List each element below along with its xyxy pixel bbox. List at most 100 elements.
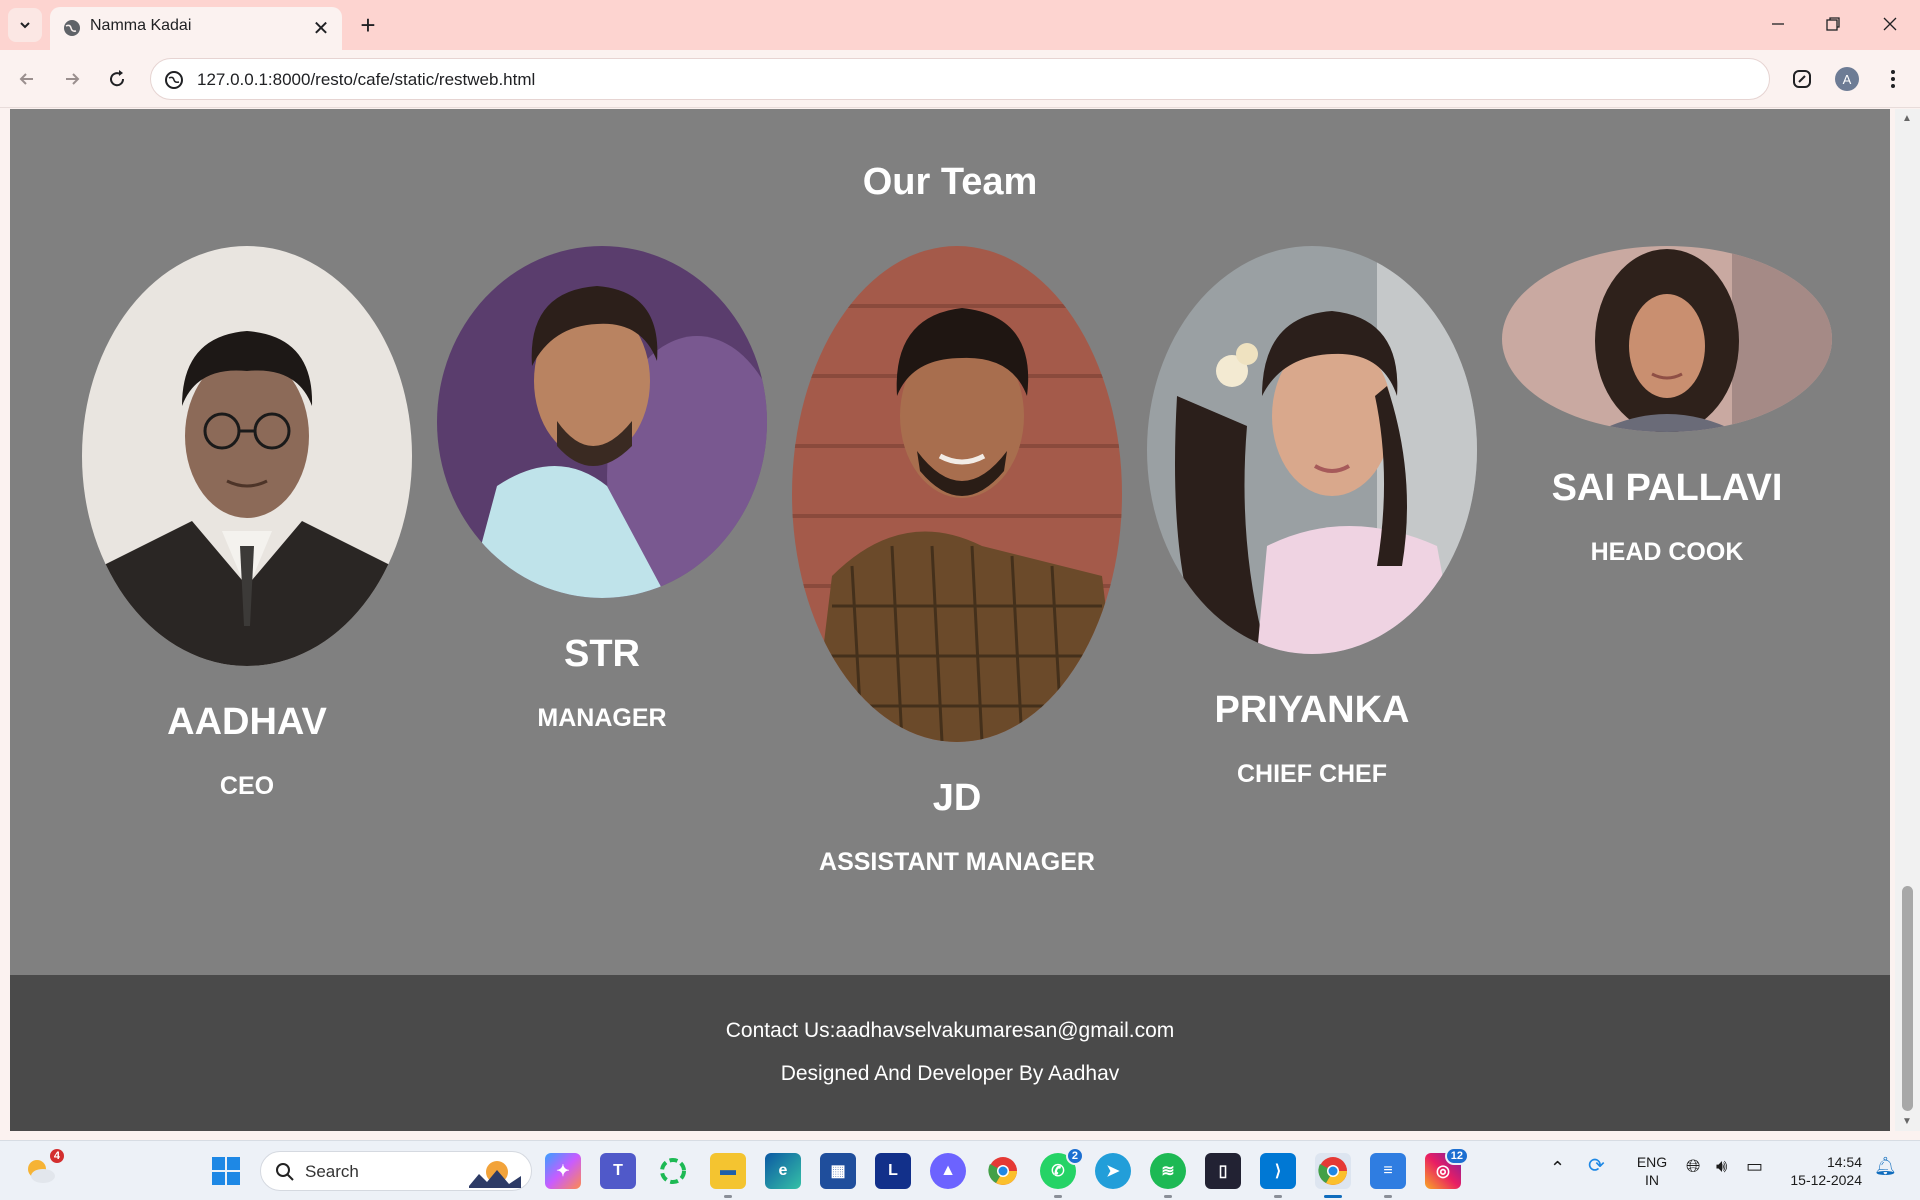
page-footer: Contact Us:aadhavselvakumaresan@gmail.co… xyxy=(10,975,1890,1131)
taskbar-chrome-2[interactable] xyxy=(1315,1153,1351,1198)
store-icon: ▦ xyxy=(830,1163,846,1180)
taskbar-chrome-1[interactable] xyxy=(985,1153,1021,1189)
avatar: A xyxy=(1835,67,1859,91)
scrollbar-thumb[interactable] xyxy=(1902,886,1913,1111)
triangle-app-icon: ▲ xyxy=(940,1162,956,1179)
footer-contact: Contact Us:aadhavselvakumaresan@gmail.co… xyxy=(725,1019,1175,1042)
instagram-icon: ◎ xyxy=(1436,1163,1450,1180)
scroll-up-icon[interactable]: ▲ xyxy=(1902,113,1912,124)
notepad-icon: ≡ xyxy=(1383,1162,1393,1179)
member-name: PRIYANKA xyxy=(1214,689,1410,731)
minimize-button[interactable] xyxy=(1758,6,1798,42)
refresh-circle-icon xyxy=(660,1158,686,1184)
menu-button[interactable] xyxy=(1877,63,1909,95)
search-icon xyxy=(276,1163,294,1181)
phone-icon: ▯ xyxy=(1218,1163,1228,1180)
team-member-card: SAI PALLAVI HEAD COOK xyxy=(1502,246,1832,567)
extension-icon xyxy=(1793,70,1811,88)
reload-button[interactable] xyxy=(101,63,133,95)
browser-toolbar: 127.0.0.1:8000/resto/cafe/static/restweb… xyxy=(0,50,1920,108)
browser-tab[interactable]: Namma Kadai ✕ xyxy=(50,7,342,50)
instagram-badge: 12 xyxy=(1444,1147,1469,1165)
search-highlight-icon xyxy=(469,1161,521,1188)
profile-button[interactable]: A xyxy=(1831,63,1863,95)
taskbar-store[interactable]: ▦ xyxy=(820,1153,856,1189)
taskbar-edge[interactable]: e xyxy=(765,1153,801,1189)
minimize-icon xyxy=(1772,23,1784,25)
member-role: CEO xyxy=(219,772,275,800)
team-member-card: PRIYANKA CHIEF CHEF xyxy=(1147,246,1477,789)
restore-icon xyxy=(1826,17,1840,31)
member-name: AADHAV xyxy=(167,701,327,743)
volume-icon[interactable]: 🔊︎ xyxy=(1716,1157,1727,1175)
tab-close-icon[interactable]: ✕ xyxy=(308,15,334,41)
taskbar-file-explorer[interactable]: ▬ xyxy=(710,1153,746,1198)
chrome-profile-icon xyxy=(1318,1157,1347,1185)
taskbar-copilot[interactable]: ✦ xyxy=(545,1153,581,1189)
letter-l-icon: L xyxy=(888,1162,898,1179)
restore-button[interactable] xyxy=(1813,6,1853,42)
spotify-icon: ≋ xyxy=(1161,1163,1175,1180)
weather-widget[interactable]: 4 xyxy=(22,1147,66,1189)
windows-icon xyxy=(212,1157,240,1185)
sync-icon[interactable]: ⟳ xyxy=(1588,1156,1605,1176)
taskbar-vscode[interactable]: ⟩ xyxy=(1260,1153,1296,1198)
member-role: MANAGER xyxy=(537,704,667,732)
team-member-card: JD ASSISTANT MANAGER xyxy=(792,246,1122,877)
team-member-card: AADHAV CEO xyxy=(82,246,412,801)
site-info-icon[interactable] xyxy=(163,69,185,91)
arrow-right-icon xyxy=(66,73,80,85)
taskbar-whatsapp[interactable]: ✆ 2 xyxy=(1040,1147,1084,1198)
extensions-button[interactable] xyxy=(1786,63,1818,95)
taskbar-app-l[interactable]: L xyxy=(875,1153,911,1189)
start-button[interactable] xyxy=(208,1153,244,1189)
taskbar-teams[interactable]: T xyxy=(600,1153,636,1189)
address-bar[interactable]: 127.0.0.1:8000/resto/cafe/static/restweb… xyxy=(150,58,1770,100)
url-text: 127.0.0.1:8000/resto/cafe/static/restweb… xyxy=(197,70,536,89)
reload-icon xyxy=(110,70,125,87)
taskbar-phone-link[interactable]: ▯ xyxy=(1205,1153,1241,1189)
more-vert-icon xyxy=(1891,70,1895,88)
member-role: HEAD COOK xyxy=(1590,538,1744,566)
taskbar-notepad[interactable]: ≡ xyxy=(1370,1153,1406,1198)
tab-search-button[interactable] xyxy=(8,8,42,42)
back-button[interactable] xyxy=(11,63,43,95)
member-role: CHIEF CHEF xyxy=(1237,760,1387,788)
taskbar-telegram[interactable]: ➤ xyxy=(1095,1153,1131,1189)
notification-bell-icon[interactable]: 🔔︎ xyxy=(1874,1157,1897,1175)
search-placeholder: Search xyxy=(305,1162,359,1181)
scroll-down-icon[interactable]: ▼ xyxy=(1902,1116,1912,1127)
member-name: SAI PALLAVI xyxy=(1551,467,1783,509)
page-viewport: Our Team AADHAV CEO STR MANAGER JD ASSIS… xyxy=(10,109,1890,1131)
copilot-icon: ✦ xyxy=(556,1163,570,1180)
tray-overflow-icon[interactable]: ⌃ xyxy=(1550,1159,1565,1177)
windows-taskbar: 4 Search ✦ T ▬ e ▦ L ▲ ✆ 2 ➤ ≋ ▯ ⟩ ≡ ◎ 1… xyxy=(0,1140,1920,1200)
weather-badge: 4 xyxy=(47,1147,66,1165)
member-photo xyxy=(792,246,1122,742)
chevron-down-icon xyxy=(20,22,30,29)
member-photo xyxy=(437,246,767,598)
member-photo xyxy=(82,246,412,666)
new-tab-button[interactable]: + xyxy=(352,9,384,41)
taskbar-search[interactable]: Search xyxy=(260,1151,532,1191)
taskbar-instagram[interactable]: ◎ 12 xyxy=(1425,1147,1469,1189)
taskbar-app-a[interactable]: ▲ xyxy=(930,1153,966,1189)
taskbar-app-circle[interactable] xyxy=(655,1153,691,1189)
battery-icon[interactable]: ▭ xyxy=(1746,1157,1763,1175)
member-name: JD xyxy=(932,777,982,819)
close-window-button[interactable] xyxy=(1870,6,1910,42)
arrow-left-icon xyxy=(19,73,33,85)
member-photo xyxy=(1147,246,1477,654)
vscode-icon: ⟩ xyxy=(1274,1163,1282,1180)
page-scrollbar[interactable]: ▲ ▼ xyxy=(1895,109,1920,1131)
footer-credit: Designed And Developer By Aadhav xyxy=(780,1062,1120,1085)
network-icon[interactable]: 🌐︎ xyxy=(1686,1157,1700,1175)
clock[interactable]: 14:54 15-12-2024 xyxy=(1782,1153,1862,1189)
teams-icon: T xyxy=(613,1162,623,1179)
tab-title: Namma Kadai xyxy=(90,17,192,34)
taskbar-spotify[interactable]: ≋ xyxy=(1150,1153,1186,1198)
member-role: ASSISTANT MANAGER xyxy=(819,848,1095,876)
globe-icon xyxy=(64,20,80,36)
forward-button[interactable] xyxy=(56,63,88,95)
language-indicator[interactable]: ENG IN xyxy=(1632,1153,1672,1189)
